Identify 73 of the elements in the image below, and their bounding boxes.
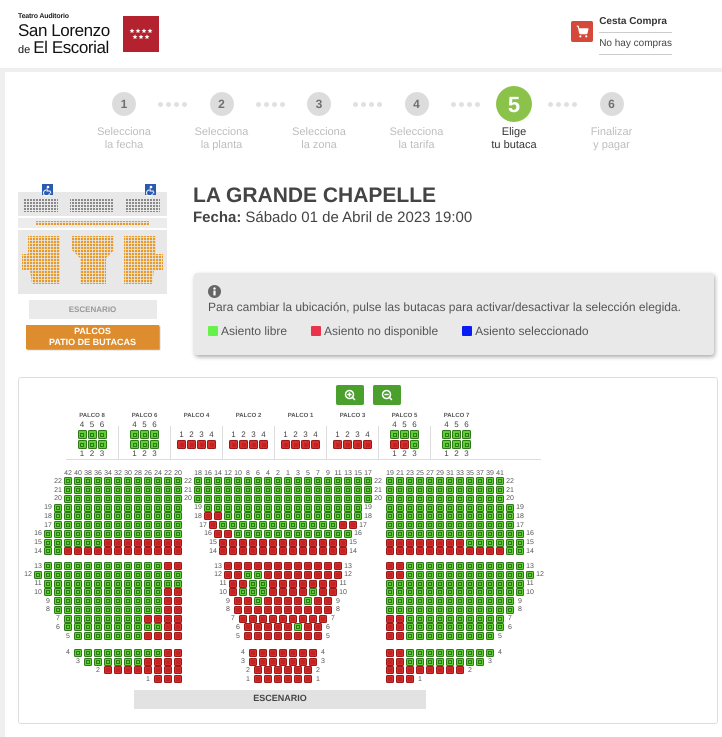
info-text: Para cambiar la ubicación, pulse las butacas para activar/desactivar la selección elegida. — [208, 300, 682, 315]
seat-number: 2 — [292, 431, 299, 439]
seat-number: 1 — [282, 431, 289, 439]
dotted-connector — [158, 102, 188, 106]
logo-title: El Escorial — [33, 38, 109, 56]
cart-title: Cesta Compra — [599, 14, 672, 32]
zoom-in-icon — [344, 389, 356, 401]
step-label: Selecciona la zona — [292, 126, 346, 152]
seat-number: 6 — [411, 421, 418, 429]
seat-number: 3 — [250, 431, 257, 439]
seat-number: 2 — [453, 450, 460, 458]
seat-number: 2 — [401, 450, 408, 458]
stage-label: ESCENARIO — [134, 690, 426, 708]
seat-number: 2 — [344, 431, 351, 439]
seat-number: 4 — [78, 421, 86, 429]
seat-number: 4 — [312, 431, 319, 439]
seat-number: 3 — [354, 431, 361, 439]
dotted-connector — [548, 102, 578, 106]
seat-number: 6 — [463, 421, 470, 429]
seat-number: 6 — [98, 421, 106, 429]
zoom-in-button[interactable] — [336, 385, 364, 405]
seat-number: 6 — [151, 421, 158, 429]
seat-number: 1 — [443, 450, 450, 458]
seat-number: 3 — [302, 431, 309, 439]
seat-number: 1 — [230, 431, 237, 439]
logo-title: San Lorenzo — [18, 22, 110, 38]
stage-label: ESCENARIO — [28, 300, 156, 319]
step-label: Finalizar y pagar — [590, 126, 632, 152]
seat-number: 3 — [198, 431, 205, 439]
seat-number: 2 — [240, 431, 247, 439]
seat-number: 2 — [141, 450, 148, 458]
seat-number: 4 — [260, 431, 267, 439]
seat-number: 1 — [334, 431, 341, 439]
cart-icon — [576, 24, 589, 38]
event-title: LA GRANDE CHAPELLE — [193, 184, 438, 208]
dotted-connector — [256, 102, 285, 106]
logo-prefix: de — [18, 44, 30, 56]
zoom-out-button[interactable] — [372, 385, 400, 405]
seat-number: 2 — [88, 450, 96, 458]
zoom-out-icon — [380, 389, 392, 401]
seat-number: 1 — [78, 450, 86, 458]
seat-number: 3 — [411, 450, 418, 458]
seat-number: 1 — [131, 450, 138, 458]
date-label: Fecha: — [193, 209, 242, 227]
seat-number: 3 — [151, 450, 158, 458]
seat-number: 5 — [401, 421, 408, 429]
event-date: Sábado 01 de Abril de 2023 19:00 — [245, 209, 472, 227]
seat-number: 4 — [391, 421, 398, 429]
seat-number: 2 — [188, 431, 195, 439]
seat-number: 4 — [131, 421, 138, 429]
dotted-connector — [353, 102, 382, 106]
seat-number: 5 — [88, 421, 96, 429]
legend-label: Asiento no disponible — [324, 323, 438, 340]
legend-label: Asiento seleccionado — [475, 323, 589, 340]
step-label: Elige tu butaca — [491, 126, 537, 152]
seat-number: 3 — [463, 450, 470, 458]
seat-number: 5 — [453, 421, 460, 429]
seat-number: 5 — [141, 421, 148, 429]
flag-logo-icon — [122, 16, 159, 52]
info-icon — [208, 285, 221, 298]
dotted-connector — [450, 102, 480, 106]
step-label: Selecciona la tarifa — [390, 126, 444, 152]
step-label: Selecciona la planta — [194, 126, 248, 152]
step-label: Selecciona la fecha — [97, 126, 151, 152]
seat-number: 4 — [443, 421, 450, 429]
seat-number: 3 — [98, 450, 106, 458]
seat-number: 1 — [391, 450, 398, 458]
legend-label: Asiento libre — [221, 323, 288, 340]
seat-number: 1 — [178, 431, 185, 439]
cart-status-link[interactable]: No hay compras — [599, 32, 672, 54]
seat-number: 4 — [364, 431, 371, 439]
cart-button[interactable] — [571, 20, 594, 42]
seat-number: 4 — [208, 431, 215, 439]
